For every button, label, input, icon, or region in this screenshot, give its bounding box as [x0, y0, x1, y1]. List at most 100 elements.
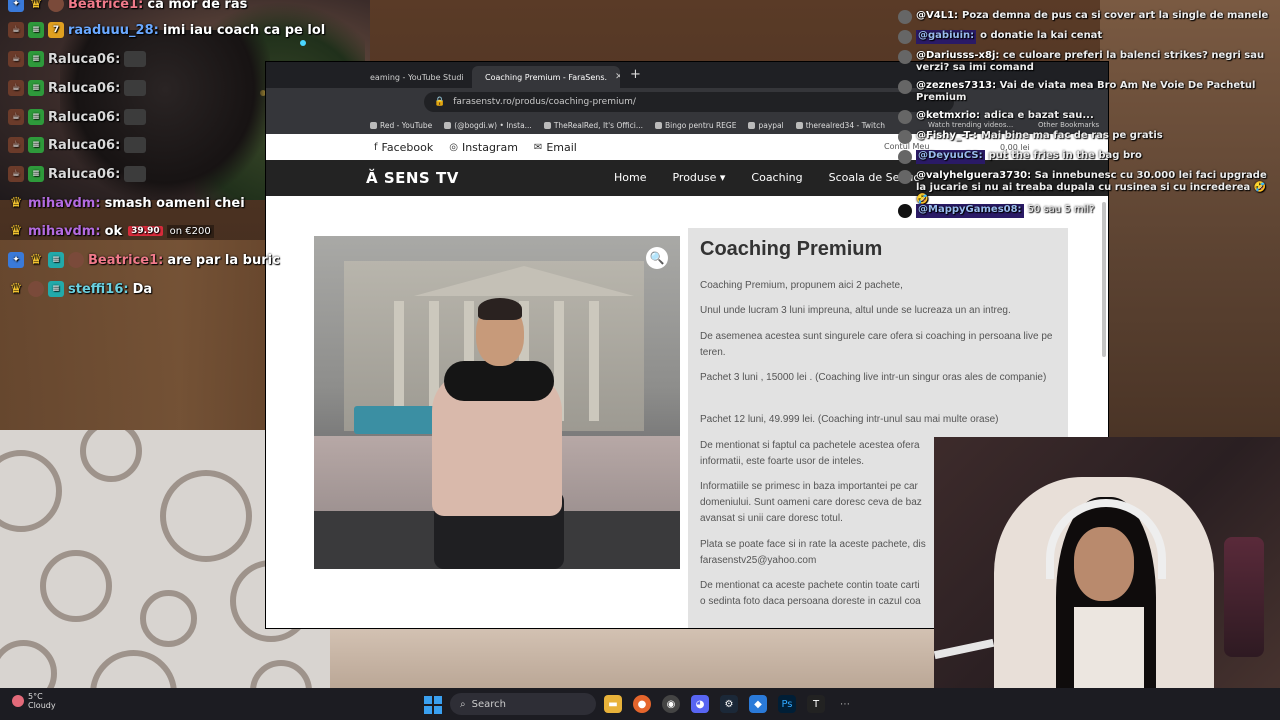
instagram-link[interactable]: ◎ Instagram [449, 141, 518, 154]
tab-coaching-premium[interactable]: Coaching Premium - FaraSens. ✕ [472, 66, 620, 88]
chat-message: ♛ ≡ steffi16: Da [8, 277, 152, 301]
chat-username[interactable]: Raluca06: [48, 52, 120, 67]
file-explorer-icon[interactable]: ▬ [604, 695, 622, 713]
chat-username[interactable]: Raluca06: [48, 81, 120, 96]
new-tab-icon[interactable]: + [630, 67, 641, 82]
close-icon[interactable]: ✕ [464, 72, 470, 82]
avatar [898, 204, 912, 218]
emote-badge-icon [28, 281, 44, 297]
chat-username[interactable]: Raluca06: [48, 138, 120, 153]
chat-username[interactable]: @V4L1: [916, 10, 958, 24]
chat-message: @V4L1: Poza demna de pus ca si cover art… [898, 10, 1278, 24]
chat-message: ✦ ♛ Beatrice1: ca mor de ras [8, 0, 247, 16]
chat-text: Poza demna de pus ca si cover art la sin… [962, 10, 1269, 21]
more-icon[interactable]: ⋯ [836, 695, 854, 713]
product-image[interactable] [314, 236, 680, 569]
facebook-label: Facebook [381, 140, 434, 154]
bookmark-item[interactable]: Red - YouTube [370, 121, 432, 130]
chat-message: @MappyGames08: 50 sau 5 mil? [898, 204, 1278, 218]
taskbar-search[interactable]: ⌕ Search [450, 693, 596, 715]
lock-icon: 🔒 [434, 97, 446, 107]
chat-username[interactable]: @ketmxrio: [916, 110, 980, 124]
chat-username[interactable]: raaduuu_28: [68, 23, 159, 38]
bookmark-item[interactable]: (@bogdi.w) • Insta... [444, 121, 532, 130]
product-title: Coaching Premium [700, 238, 883, 260]
bookmark-item[interactable]: therealred34 - Twitch [796, 121, 885, 130]
emote-badge-icon [68, 252, 84, 268]
donation-amount: on €200 [166, 224, 214, 238]
weather-widget[interactable]: 5°C Cloudy [12, 692, 56, 710]
nav-home[interactable]: Home [614, 171, 646, 184]
discord-icon[interactable]: ◕ [691, 695, 709, 713]
chat-text: ok [104, 223, 123, 239]
avatar [898, 130, 912, 144]
chat-message: @DeyuuCS: put the fries in the bag bro [898, 150, 1278, 164]
chat-username[interactable]: @MappyGames08: [916, 204, 1024, 218]
email-link[interactable]: ✉ Email [534, 141, 577, 154]
instagram-label: Instagram [461, 140, 518, 154]
chat-username[interactable]: Beatrice1: [68, 0, 143, 12]
chat-message: @valyhelguera3730: Sa innebunesc cu 30.0… [898, 170, 1278, 206]
chat-text: Da [132, 281, 153, 297]
sub-badge-icon: ≡ [28, 22, 44, 38]
email-label: Email [546, 140, 577, 154]
nav-coaching[interactable]: Coaching [751, 171, 802, 184]
bookmark-item[interactable]: paypal [748, 121, 783, 130]
steam-icon[interactable]: ⚙ [720, 695, 738, 713]
url-field[interactable]: 🔒 farasenstv.ro/produs/coaching-premium/ [424, 92, 954, 112]
chat-message: ☕ ≡ Raluca06: [8, 162, 147, 186]
close-icon[interactable]: ✕ [607, 72, 620, 82]
nav-produse[interactable]: Produse ▾ [672, 171, 725, 184]
crown-icon: ♛ [9, 281, 23, 297]
chat-username[interactable]: @valyhelguera3730: [916, 170, 1031, 181]
chat-text: put the fries in the bag bro [988, 150, 1142, 161]
chat-username[interactable]: @Fishy_-T-: [916, 130, 977, 144]
chat-username[interactable]: Raluca06: [48, 110, 120, 125]
description-line: Pachet 12 luni, 49.999 lei. (Coaching in… [700, 414, 999, 425]
chat-username[interactable]: Raluca06: [48, 167, 120, 182]
chat-username[interactable]: steffi16: [68, 282, 129, 297]
facebook-link[interactable]: f Facebook [374, 141, 433, 154]
firefox-icon[interactable]: ● [633, 695, 651, 713]
bookmark-item[interactable]: Bingo pentru REGE [655, 121, 737, 130]
description-line: Coaching Premium, propunem aici 2 pachet… [700, 280, 903, 291]
cup-icon: ☕ [8, 166, 24, 182]
app-icon[interactable]: ◆ [749, 695, 767, 713]
bookmark-item[interactable]: TheRealRed, It's Offici... [544, 121, 643, 130]
tab-youtube-studio[interactable]: eaming - YouTube Studi ✕ [362, 66, 470, 88]
main-nav: Home Produse ▾ Coaching Scoala de Seduc [614, 171, 919, 184]
chrome-icon[interactable]: ◉ [662, 695, 680, 713]
site-logo[interactable]: Ă SENS TV [366, 169, 459, 187]
search-icon: ⌕ [460, 698, 466, 710]
tiktok-icon[interactable]: T [807, 695, 825, 713]
chat-text: are par la buric [167, 252, 280, 268]
chat-username[interactable]: Beatrice1: [88, 253, 163, 268]
bits-pill: 39.90 [128, 226, 163, 236]
avatar [898, 80, 912, 94]
crown-icon: ♛ [9, 223, 23, 239]
chat-username[interactable]: mihavdm: [28, 196, 101, 211]
crown-icon: ♛ [9, 195, 23, 211]
chat-username[interactable]: @gabiuin: [916, 30, 977, 44]
prime-icon: ✦ [8, 0, 24, 12]
chat-message: ☕ ≡ Raluca06: [8, 133, 147, 157]
emote-icon [124, 80, 147, 96]
chat-username[interactable]: @DeyuuCS: [916, 150, 985, 164]
facebook-icon: f [374, 141, 378, 153]
chat-username[interactable]: @Dariusss-x8j: [916, 50, 999, 61]
photoshop-icon[interactable]: Ps [778, 695, 796, 713]
crown-icon: ♛ [29, 252, 43, 268]
zoom-icon[interactable]: 🔍 [646, 247, 668, 269]
avatar [898, 30, 912, 44]
instagram-icon: ◎ [449, 141, 458, 153]
chat-username[interactable]: mihavdm: [28, 224, 101, 239]
windows-start-icon[interactable] [424, 696, 442, 714]
avatar [898, 170, 912, 184]
page-scrollbar[interactable] [1102, 202, 1106, 357]
chat-username[interactable]: @zeznes7313: [916, 80, 996, 91]
sub-badge-icon: ≡ [48, 252, 64, 268]
description-line: De asemenea acestea sunt singurele care … [700, 331, 1053, 358]
weather-desc: Cloudy [28, 701, 56, 710]
floor-background [330, 625, 940, 695]
tab-label: Coaching Premium - FaraSens. [485, 72, 608, 82]
